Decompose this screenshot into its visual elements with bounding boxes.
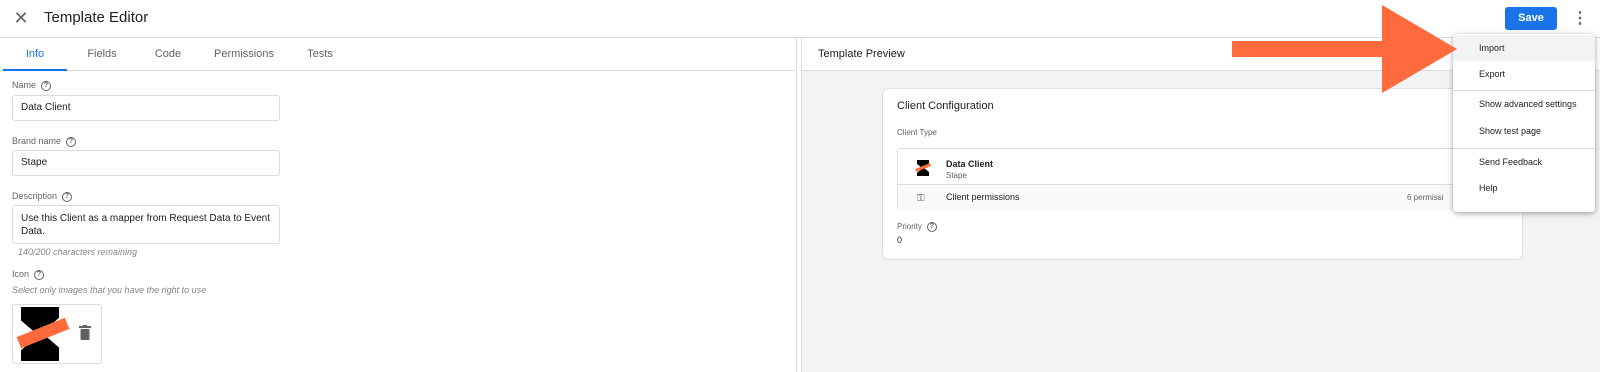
permissions-label: Client permissions — [946, 192, 1020, 202]
client-permissions-row[interactable]: ⚿ Client permissions 6 permissi — [898, 184, 1509, 210]
menu-item-import[interactable]: Import — [1453, 35, 1595, 61]
help-icon[interactable]: ? — [34, 269, 45, 280]
menu-item-help[interactable]: Help — [1453, 175, 1595, 201]
help-icon[interactable]: ? — [62, 191, 73, 202]
annotation-arrow — [1232, 5, 1457, 93]
client-type-label: Client Type — [897, 128, 937, 137]
editor-panel: Info Fields Code Permissions Tests Name?… — [0, 38, 797, 372]
more-vert-icon[interactable]: ⋮ — [1572, 7, 1588, 31]
key-icon: ⚿ — [917, 193, 925, 204]
close-icon[interactable]: ✕ — [11, 8, 31, 28]
tab-permissions[interactable]: Permissions — [208, 38, 280, 71]
preview-title: Template Preview — [818, 48, 905, 60]
icon-hint: Select only images that you have the rig… — [12, 285, 207, 295]
trash-icon[interactable] — [79, 325, 91, 340]
card-title: Client Configuration — [897, 100, 994, 112]
client-brand: Stape — [946, 171, 967, 180]
brand-label: Brand name? — [12, 136, 77, 147]
permissions-count: 6 permissi — [1407, 193, 1444, 202]
tab-info[interactable]: Info — [3, 38, 67, 71]
name-label: Name? — [12, 80, 52, 91]
brand-field[interactable]: Stape — [12, 150, 280, 176]
description-hint: 140/200 characters remaining — [18, 247, 138, 257]
tab-tests[interactable]: Tests — [294, 38, 346, 71]
menu-item-send-feedback[interactable]: Send Feedback — [1453, 149, 1595, 175]
icon-label: Icon? — [12, 269, 45, 280]
stape-logo-small — [915, 160, 931, 176]
menu-item-show-test-page[interactable]: Show test page — [1453, 118, 1595, 144]
more-menu: Import Export Show advanced settings Sho… — [1453, 34, 1595, 212]
description-field[interactable]: Use this Client as a mapper from Request… — [12, 205, 280, 244]
priority-value: 0 — [897, 235, 903, 245]
help-icon[interactable]: ? — [41, 80, 52, 91]
tab-bar: Info Fields Code Permissions Tests — [0, 38, 797, 71]
help-icon[interactable]: ? — [66, 136, 77, 147]
name-field[interactable]: Data Client — [12, 95, 280, 121]
icon-preview — [12, 304, 102, 364]
tab-fields[interactable]: Fields — [76, 38, 128, 71]
menu-item-export[interactable]: Export — [1453, 61, 1595, 87]
priority-label: Priority? — [897, 222, 937, 232]
tab-code[interactable]: Code — [142, 38, 194, 71]
client-config-card: Client Configuration Client Type Data Cl… — [882, 88, 1523, 260]
client-name: Data Client — [946, 159, 994, 169]
client-type-box[interactable]: Data Client Stape ⚿ Client permissions 6… — [897, 148, 1510, 210]
save-button[interactable]: Save — [1505, 7, 1557, 30]
help-icon[interactable]: ? — [926, 222, 937, 232]
description-label: Description? — [12, 191, 73, 202]
menu-item-show-advanced-settings[interactable]: Show advanced settings — [1453, 91, 1595, 117]
page-title: Template Editor — [44, 9, 149, 26]
